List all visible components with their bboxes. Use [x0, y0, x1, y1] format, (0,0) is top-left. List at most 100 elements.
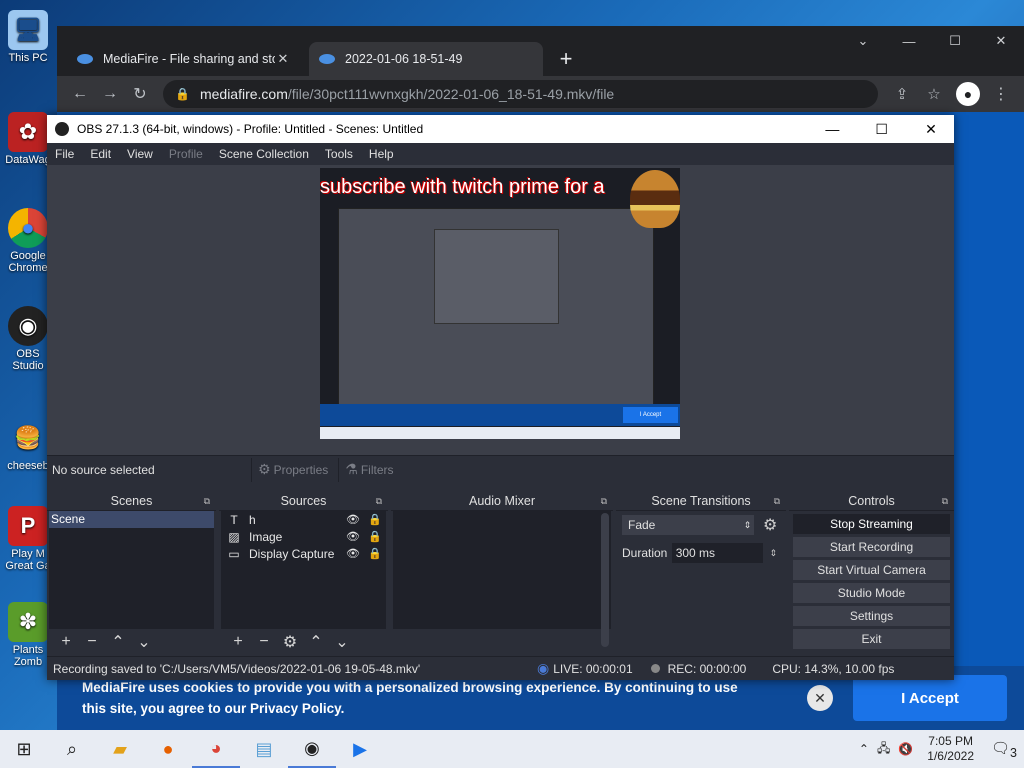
scene-transitions-dock: Scene Transitions ⧉ Fade ⇕ ⚙ Duration 30… [616, 491, 786, 655]
accept-cookies-button[interactable]: I Accept [853, 675, 1007, 721]
duration-spinner-icon[interactable]: ⇕ [767, 548, 780, 559]
forward-button[interactable]: → [95, 79, 125, 109]
obs-taskbar-icon[interactable]: ◉ [288, 730, 336, 768]
menu-view[interactable]: View [119, 147, 161, 161]
studio-mode-button[interactable]: Studio Mode [793, 583, 950, 603]
menu-edit[interactable]: Edit [82, 147, 119, 161]
preview-area[interactable]: subscribe with twitch prime for a I Acce… [47, 165, 954, 455]
show-hidden-icons-chevron-icon[interactable]: ⌃ [859, 742, 869, 756]
duration-field[interactable]: 300 ms [671, 543, 763, 563]
add-scene-icon[interactable]: + [53, 633, 79, 651]
obs-minimize-button[interactable]: — [809, 121, 855, 137]
system-tray: ⌃ 🖧 🔇 7:05 PM 1/6/2022 🗨3 [855, 734, 1024, 764]
menu-scene-collection[interactable]: Scene Collection [211, 147, 317, 161]
url-field[interactable]: 🔒 mediafire.com /file/30pct111wvnxgkh/20… [163, 80, 878, 108]
move-up-icon[interactable]: ⌃ [303, 632, 329, 652]
cookie-close-button[interactable]: ✕ [807, 685, 833, 711]
gear-icon: ⚙ [258, 461, 271, 477]
tab-mediafire[interactable]: MediaFire - File sharing and stor ✕ [67, 42, 301, 76]
properties-button[interactable]: ⚙ Properties [251, 457, 334, 482]
obs-close-button[interactable]: ✕ [908, 121, 954, 138]
new-tab-button[interactable]: + [551, 42, 581, 76]
undock-icon[interactable]: ⧉ [376, 491, 382, 511]
tab-video[interactable]: 2022-01-06 18-51-49 [309, 42, 543, 76]
menu-file[interactable]: File [47, 147, 82, 161]
mixer-scrollbar[interactable] [601, 513, 609, 647]
menu-tools[interactable]: Tools [317, 147, 361, 161]
undock-icon[interactable]: ⧉ [942, 491, 948, 511]
obs-maximize-button[interactable]: ☐ [859, 121, 905, 138]
source-item[interactable]: ▭ Display Capture 👁 🔒 [221, 545, 386, 562]
popcap-icon: P [8, 506, 48, 546]
close-button[interactable]: ✕ [978, 26, 1024, 56]
close-tab-icon[interactable]: ✕ [275, 51, 291, 67]
start-recording-button[interactable]: Start Recording [793, 537, 950, 557]
add-source-icon[interactable]: + [225, 633, 251, 651]
obs-window-title: OBS 27.1.3 (64-bit, windows) - Profile: … [77, 122, 424, 136]
sources-dock: Sources ⧉ T h 👁 🔒 ▨ Image 👁 🔒 ▭ Display … [219, 491, 388, 655]
start-windows-icon[interactable]: ⊞ [0, 730, 48, 768]
filters-button[interactable]: ⚗ Filters [338, 457, 399, 482]
sources-dock-header: Sources ⧉ [219, 491, 388, 511]
audio-mixer-dock: Audio Mixer ⧉ [391, 491, 613, 655]
back-button[interactable]: ← [65, 79, 95, 109]
lock-icon[interactable]: 🔒 [364, 547, 386, 560]
nested-capture-inner [434, 229, 559, 324]
notifications-icon[interactable]: 🗨3 [988, 739, 1020, 760]
file-explorer-icon[interactable]: ▰ [96, 730, 144, 768]
exit-button[interactable]: Exit [793, 629, 950, 649]
maximize-button[interactable]: ☐ [932, 26, 978, 56]
source-item[interactable]: T h 👁 🔒 [221, 511, 386, 528]
menu-profile[interactable]: Profile [161, 147, 211, 161]
search-icon[interactable]: ⌕ [48, 730, 96, 768]
visibility-eye-icon[interactable]: 👁 [342, 513, 364, 526]
scenes-toolbar: + − ⌃ ⌄ [47, 629, 216, 655]
network-icon[interactable]: 🖧 [877, 739, 890, 760]
preview-text-source: subscribe with twitch prime for a [320, 176, 605, 198]
move-down-icon[interactable]: ⌄ [329, 632, 355, 652]
chrome-taskbar-icon[interactable]: ◕ [192, 730, 240, 768]
notepad-icon[interactable]: ▤ [240, 730, 288, 768]
bookmark-star-icon[interactable]: ☆ [918, 85, 950, 103]
stop-streaming-button[interactable]: Stop Streaming [793, 514, 950, 534]
transition-settings-gear-icon[interactable]: ⚙ [760, 515, 780, 535]
undock-icon[interactable]: ⧉ [204, 491, 210, 511]
lock-icon[interactable]: 🔒 [364, 513, 386, 526]
reload-button[interactable]: ↻ [125, 79, 155, 109]
media-player-icon[interactable]: ▶ [336, 730, 384, 768]
no-source-label: No source selected [52, 462, 155, 477]
remove-scene-icon[interactable]: − [79, 633, 105, 651]
menu-kebab-icon[interactable]: ⋮ [986, 79, 1016, 109]
tab-search-icon[interactable]: ⌄ [840, 26, 886, 56]
display-capture-icon: ▭ [228, 546, 240, 561]
menu-help[interactable]: Help [361, 147, 402, 161]
lock-icon[interactable]: 🔒 [364, 530, 386, 543]
preview-canvas[interactable]: subscribe with twitch prime for a I Acce… [320, 168, 680, 439]
share-icon[interactable]: ⇪ [886, 85, 918, 103]
visibility-eye-icon[interactable]: 👁 [342, 530, 364, 543]
window-controls: ⌄ — ☐ ✕ [840, 26, 1024, 56]
undock-icon[interactable]: ⧉ [601, 491, 607, 511]
record-dot-icon [650, 664, 660, 673]
source-item[interactable]: ▨ Image 👁 🔒 [221, 528, 386, 545]
remove-source-icon[interactable]: − [251, 633, 277, 651]
undock-icon[interactable]: ⧉ [774, 491, 780, 511]
move-up-icon[interactable]: ⌃ [105, 632, 131, 652]
desktop-icon-this-pc[interactable]: 🖥 This PC [0, 10, 56, 64]
source-properties-gear-icon[interactable]: ⚙ [277, 632, 303, 652]
visibility-eye-icon[interactable]: 👁 [342, 547, 364, 560]
start-virtual-camera-button[interactable]: Start Virtual Camera [793, 560, 950, 580]
duration-label: Duration [622, 546, 668, 560]
address-bar: ← → ↻ 🔒 mediafire.com /file/30pct111wvnx… [57, 76, 1024, 112]
volume-muted-icon[interactable]: 🔇 [898, 742, 913, 756]
url-host: mediafire.com [199, 86, 288, 102]
minimize-button[interactable]: — [886, 26, 932, 56]
settings-button[interactable]: Settings [793, 606, 950, 626]
transition-select[interactable]: Fade ⇕ [622, 515, 755, 535]
clock[interactable]: 7:05 PM 1/6/2022 [927, 734, 974, 764]
move-down-icon[interactable]: ⌄ [131, 632, 157, 652]
profile-avatar-icon[interactable]: ● [956, 82, 980, 106]
firefox-icon[interactable]: ● [144, 730, 192, 768]
scene-item[interactable]: Scene [49, 511, 214, 528]
scene-transitions-header: Scene Transitions ⧉ [616, 491, 786, 511]
